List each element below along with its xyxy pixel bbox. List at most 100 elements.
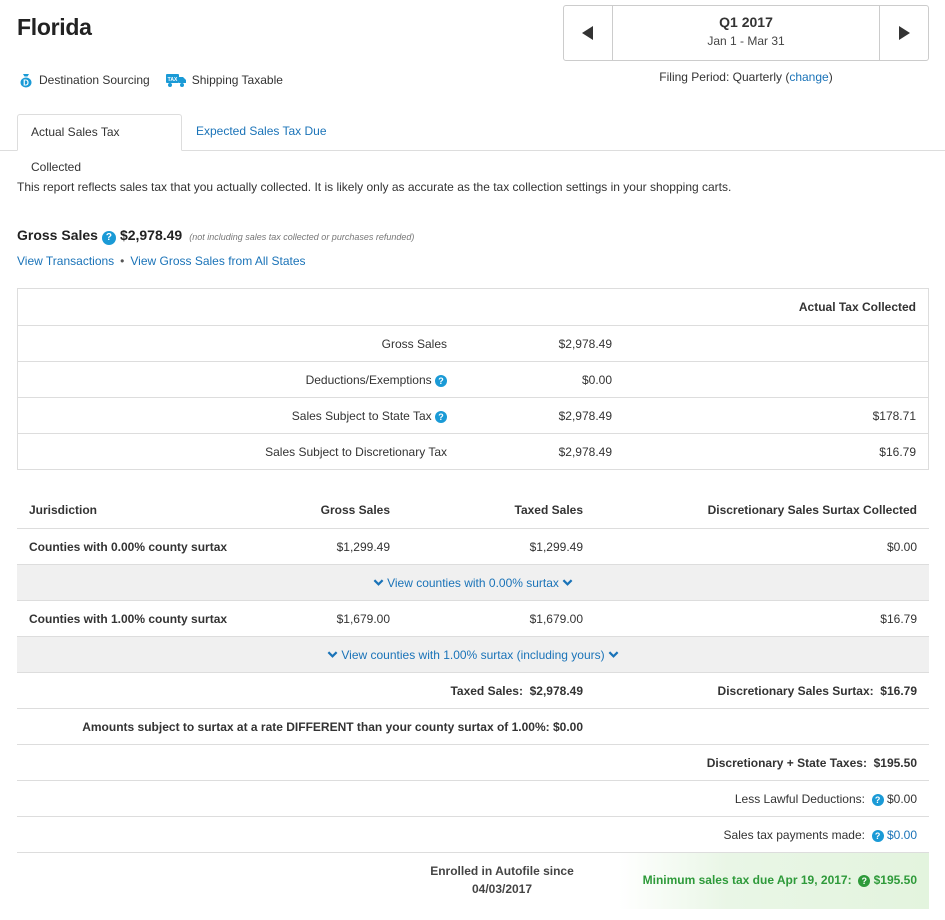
chevron-down-icon [373, 579, 384, 586]
table-row: Counties with 0.00% county surtax $1,299… [17, 528, 929, 564]
surtax-total-label: Discretionary Sales Surtax: [717, 684, 874, 698]
county-group-gross: $1,679.00 [336, 612, 390, 626]
help-icon[interactable]: ? [435, 410, 447, 423]
expand-counties-row: View counties with 1.00% surtax (includi… [17, 636, 929, 672]
lawful-deductions-value: $0.00 [886, 792, 917, 806]
payments-made: Sales tax payments made: ? $0.00 [724, 828, 917, 842]
table-row: Sales Subject to State Tax ? $2,978.49 $… [18, 397, 928, 433]
help-icon[interactable]: ? [435, 374, 447, 387]
view-gross-sales-all-states-link[interactable]: View Gross Sales from All States [130, 254, 305, 268]
triangle-left-icon [582, 26, 593, 40]
minimum-due: Minimum sales tax due Apr 19, 2017: ? $1… [643, 873, 917, 887]
different-rate-text: Amounts subject to surtax at a rate DIFF… [82, 720, 583, 734]
gross-sales-links: View Transactions • View Gross Sales from … [17, 254, 306, 268]
row-label-with-help: Deductions/Exemptions ? [306, 373, 447, 387]
state-badges: D Destination Sourcing TAX Shipping Taxa… [18, 72, 283, 88]
expand-counties-label: View counties with 1.00% surtax (includi… [341, 648, 605, 662]
different-rate-row: Amounts subject to surtax at a rate DIFF… [17, 708, 929, 744]
payments-made-row: Sales tax payments made: ? $0.00 [17, 816, 929, 852]
svg-text:D: D [23, 79, 29, 88]
next-period-button[interactable] [879, 6, 928, 60]
autofile-date: 04/03/2017 [471, 882, 533, 896]
totals-row: Taxed Sales: $2,978.49 Discretionary Sal… [17, 672, 929, 708]
jurisdiction-table: Jurisdiction Gross Sales Taxed Sales Dis… [17, 492, 929, 909]
chevron-down-icon [327, 651, 338, 658]
lawful-deductions-label: Less Lawful Deductions: [734, 792, 865, 806]
row-amount: $2,978.49 [558, 409, 612, 423]
county-group-name: Counties with 0.00% county surtax [29, 540, 228, 554]
minimum-due-panel: Minimum sales tax due Apr 19, 2017: ? $1… [619, 853, 929, 909]
taxed-sales-total-value: $2,978.49 [529, 684, 583, 698]
row-tax: $16.79 [879, 445, 916, 459]
expand-counties-link-1[interactable]: View counties with 1.00% surtax (includi… [17, 648, 929, 662]
summary-header-row: Actual Tax Collected [18, 289, 928, 325]
report-tabs: Actual Sales Tax Collected Expected Sale… [0, 114, 945, 174]
row-amount: $0.00 [581, 373, 612, 387]
taxed-sales-total-label: Taxed Sales: [450, 684, 523, 698]
link-separator: • [120, 254, 125, 268]
county-group-taxed: $1,299.49 [529, 540, 583, 554]
payments-made-link[interactable]: $0.00 [887, 828, 917, 842]
county-group-surtax: $0.00 [886, 540, 917, 554]
surtax-total-value: $16.79 [880, 684, 917, 698]
expand-counties-link-0[interactable]: View counties with 0.00% surtax [17, 576, 929, 590]
period-quarter: Q1 2017 [719, 14, 773, 30]
help-icon[interactable]: ? [871, 793, 884, 806]
payments-made-label: Sales tax payments made: [723, 828, 865, 842]
autofile-label: Enrolled in Autofile since [430, 864, 574, 878]
gross-sales-label: Gross Sales [17, 227, 98, 243]
county-group-surtax: $16.79 [880, 612, 917, 626]
tab-actual-sales-tax-collected[interactable]: Actual Sales Tax Collected [17, 114, 182, 174]
gross-sales-summary: Gross Sales ? $2,978.49 (not including s… [17, 227, 414, 245]
taxed-sales-header: Taxed Sales [514, 503, 583, 517]
view-transactions-link[interactable]: View Transactions [17, 254, 114, 268]
expand-counties-label: View counties with 0.00% surtax [387, 576, 559, 590]
row-label-with-help: Sales Subject to State Tax ? [292, 409, 447, 423]
destination-sourcing-badge: D Destination Sourcing [18, 72, 150, 88]
jurisdiction-header-row: Jurisdiction Gross Sales Taxed Sales Dis… [17, 492, 929, 528]
combined-taxes-value: $195.50 [873, 756, 917, 770]
lawful-deductions: Less Lawful Deductions: ? $0.00 [735, 792, 917, 806]
change-filing-period-link[interactable]: change [789, 70, 828, 84]
county-group-gross: $1,299.49 [336, 540, 390, 554]
combined-taxes-row: Discretionary + State Taxes: $195.50 [17, 744, 929, 780]
row-label: Sales Subject to Discretionary Tax [265, 445, 447, 459]
tab-expected-sales-tax-due[interactable]: Expected Sales Tax Due [183, 114, 340, 151]
shipping-taxable-label: Shipping Taxable [191, 73, 283, 87]
chevron-down-icon [562, 579, 573, 586]
minimum-due-value: $195.50 [873, 873, 917, 887]
table-row: Sales Subject to Discretionary Tax $2,97… [18, 433, 928, 469]
help-icon[interactable]: ? [101, 231, 116, 245]
triangle-right-icon [899, 26, 910, 40]
filing-period-label: Filing Period: Quarterly ( [659, 70, 790, 84]
surtax-collected-header: Discretionary Sales Surtax Collected [707, 503, 917, 517]
help-icon[interactable]: ? [858, 874, 871, 887]
surtax-total: Discretionary Sales Surtax: $16.79 [718, 684, 917, 698]
table-row: Deductions/Exemptions ? $0.00 [18, 361, 928, 397]
help-icon[interactable]: ? [871, 829, 884, 842]
table-row: Counties with 1.00% county surtax $1,679… [17, 600, 929, 636]
gross-sales-note: (not including sales tax collected or pu… [189, 232, 415, 242]
autofile-status: Enrolled in Autofile since 04/03/2017 [412, 862, 592, 898]
tax-truck-icon: TAX [165, 72, 187, 88]
row-amount: $2,978.49 [558, 337, 612, 351]
row-label: Gross Sales [381, 337, 447, 351]
shipping-taxable-badge: TAX Shipping Taxable [165, 72, 283, 88]
previous-period-button[interactable] [564, 6, 613, 60]
row-label: Deductions/Exemptions [305, 373, 432, 387]
actual-tax-collected-header: Actual Tax Collected [798, 300, 916, 314]
period-selector: Q1 2017 Jan 1 - Mar 31 [563, 5, 929, 61]
table-row: Gross Sales $2,978.49 [18, 325, 928, 361]
combined-taxes-label: Discretionary + State Taxes: [706, 756, 867, 770]
svg-text:TAX: TAX [167, 77, 177, 83]
filing-period: Filing Period: Quarterly (change) [563, 70, 929, 84]
summary-table: Actual Tax Collected Gross Sales $2,978.… [17, 288, 929, 470]
expand-counties-row: View counties with 0.00% surtax [17, 564, 929, 600]
page-title: Florida [17, 14, 92, 40]
row-tax: $178.71 [872, 409, 916, 423]
filing-period-suffix: ) [828, 70, 833, 84]
minimum-due-label: Minimum sales tax due Apr 19, 2017: [642, 873, 852, 887]
gross-sales-value: $2,978.49 [119, 227, 183, 243]
row-amount: $2,978.49 [558, 445, 612, 459]
report-description: This report reflects sales tax that you … [17, 180, 732, 194]
